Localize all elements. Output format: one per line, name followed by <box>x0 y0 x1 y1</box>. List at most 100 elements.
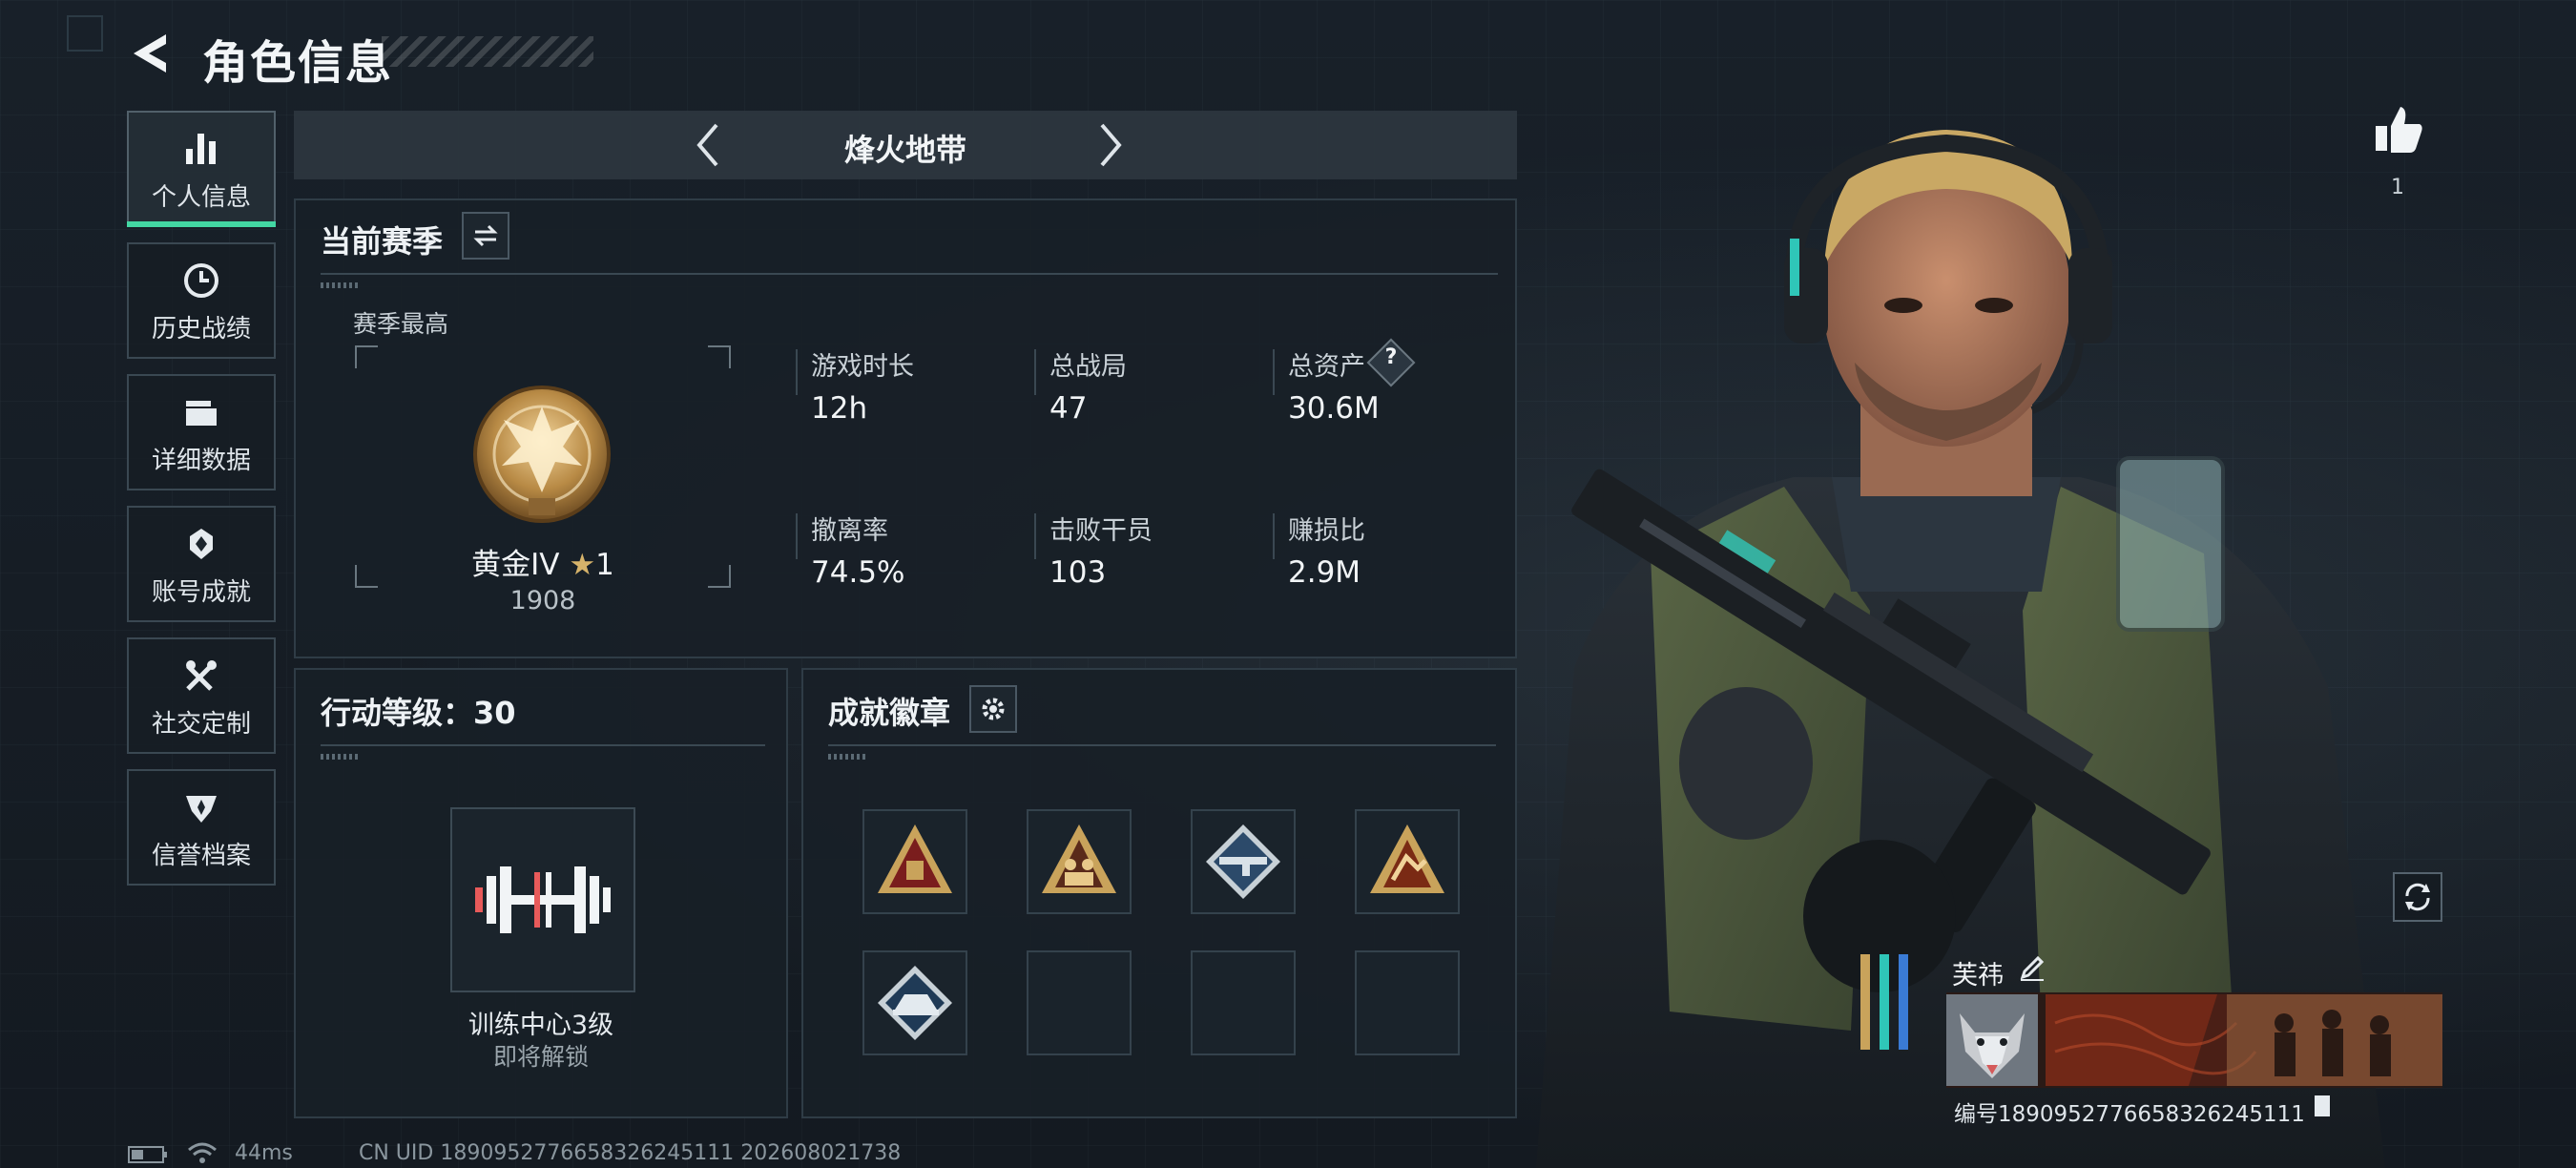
wifi-icon <box>188 1142 217 1163</box>
sidebar-item-label: 账号成就 <box>151 577 251 607</box>
gold-sprint-badge-icon <box>1370 824 1444 893</box>
clock-icon <box>178 258 224 303</box>
stat-divider <box>1034 349 1036 395</box>
season-title: 当前赛季 <box>321 223 444 260</box>
badge-slot[interactable] <box>862 809 967 914</box>
bar-chart-icon <box>178 126 224 172</box>
sidebar-item-label: 详细数据 <box>151 446 251 475</box>
back-arrow-icon <box>134 34 166 73</box>
sidebar-item-label: 社交定制 <box>151 709 251 739</box>
swap-arrows-icon <box>473 224 498 247</box>
avatar[interactable] <box>1946 994 2038 1086</box>
shield-wings-icon <box>178 784 224 830</box>
badge-slot-empty[interactable] <box>1027 950 1132 1055</box>
sidebar-item-profile[interactable]: 个人信息 <box>127 111 276 227</box>
thumbs-up-icon <box>2376 107 2422 153</box>
achievement-badge-icon <box>178 521 224 567</box>
edit-name-button[interactable] <box>2017 952 2049 985</box>
gold-triangle-badge-icon <box>878 824 952 893</box>
star-icon: ★ <box>569 548 596 582</box>
folder-icon <box>178 389 224 435</box>
stat-label: 总资产 <box>1288 352 1365 382</box>
facility-name: 训练中心3级 <box>467 1011 614 1040</box>
badge-slot[interactable] <box>1191 809 1296 914</box>
account-uid: CN UID 1890952776658326245111 2026080217… <box>359 1141 902 1165</box>
dumbbell-icon <box>475 866 611 933</box>
facility-card[interactable] <box>450 807 635 992</box>
stat-value: 74.5% <box>811 555 905 590</box>
sidebar-item-credit[interactable]: 信誉档案 <box>127 769 276 886</box>
sidebar-item-label: 历史战绩 <box>151 314 251 344</box>
badge-slot[interactable] <box>862 950 967 1055</box>
stat-label: 赚损比 <box>1288 516 1365 546</box>
decoration-dots <box>321 754 359 760</box>
squad-banner-icon <box>2046 994 2442 1086</box>
divider <box>321 744 765 746</box>
divider <box>321 273 1498 275</box>
like-button[interactable] <box>2372 103 2429 160</box>
like-count: 1 <box>2391 176 2404 199</box>
next-mode-button[interactable] <box>1086 120 1135 170</box>
help-icon: ? <box>1384 345 1398 369</box>
rank-stars: 1 <box>595 548 614 582</box>
badge-slot[interactable] <box>1027 809 1132 914</box>
sidebar-item-achievements[interactable]: 账号成就 <box>127 506 276 622</box>
gold-rank-emblem-icon <box>473 386 611 523</box>
stat-divider <box>1034 513 1036 559</box>
sidebar-item-details[interactable]: 详细数据 <box>127 374 276 490</box>
battery-icon <box>128 1146 167 1163</box>
stat-value: 12h <box>811 391 868 426</box>
stat-value: 47 <box>1049 391 1088 426</box>
chevron-right-icon <box>1100 123 1122 167</box>
badge-slot[interactable] <box>1355 809 1460 914</box>
mode-title: 烽火地带 <box>843 132 966 168</box>
rank-line: 黄金IV ★1 <box>355 540 731 583</box>
badge-slot-empty[interactable] <box>1191 950 1296 1055</box>
badges-title: 成就徽章 <box>828 695 951 731</box>
decoration-dots <box>321 282 359 288</box>
page-title: 角色信息 <box>202 36 394 90</box>
stat-label: 击败干员 <box>1049 516 1153 546</box>
badge-slot-empty[interactable] <box>1355 950 1460 1055</box>
stat-divider <box>796 349 798 395</box>
stat-divider <box>1273 349 1275 395</box>
pencil-icon <box>2020 955 2045 981</box>
title-decoration <box>382 36 593 67</box>
stat-divider <box>1273 513 1275 559</box>
sidebar-item-label: 信誉档案 <box>151 841 251 870</box>
silver-rifle-badge-icon <box>1206 824 1280 899</box>
wolf-avatar-icon <box>1946 994 2038 1086</box>
player-id: 编号1890952776658326245111 <box>1954 1102 2305 1127</box>
rank-score: 1908 <box>509 586 576 615</box>
sidebar-item-history[interactable]: 历史战绩 <box>127 242 276 359</box>
stat-value: 2.9M <box>1288 555 1361 590</box>
tools-icon <box>178 653 224 699</box>
action-level-title: 行动等级：30 <box>321 695 516 731</box>
rank-name: 黄金IV <box>471 548 560 582</box>
rotate-icon <box>2405 883 2430 911</box>
switch-season-button[interactable] <box>462 212 509 260</box>
stat-value: 30.6M <box>1288 391 1380 426</box>
back-button[interactable] <box>126 29 176 78</box>
rotate-model-button[interactable] <box>2393 872 2442 922</box>
facility-status: 即将解锁 <box>492 1043 589 1071</box>
mode-selector: 烽火地带 <box>294 111 1517 179</box>
stat-label: 撤离率 <box>811 516 888 546</box>
sidebar-item-label: 个人信息 <box>151 182 251 212</box>
corner-decoration <box>67 15 103 52</box>
player-name: 芙祎 <box>1952 961 2004 991</box>
stat-label: 总战局 <box>1049 352 1127 382</box>
sidebar-item-social[interactable]: 社交定制 <box>127 637 276 754</box>
badge-settings-button[interactable] <box>969 685 1017 733</box>
copy-icon <box>2315 1095 2330 1116</box>
silver-vehicle-badge-icon <box>878 966 952 1040</box>
name-card-banner <box>2046 994 2442 1086</box>
copy-id-button[interactable] <box>2313 1094 2336 1120</box>
season-best-label: 赛季最高 <box>353 310 449 338</box>
stat-value: 103 <box>1049 555 1107 590</box>
stat-label: 游戏时长 <box>811 352 914 382</box>
gear-icon <box>982 698 1005 720</box>
ping: 44ms <box>235 1141 293 1165</box>
stat-divider <box>796 513 798 559</box>
decoration-dots <box>828 754 866 760</box>
